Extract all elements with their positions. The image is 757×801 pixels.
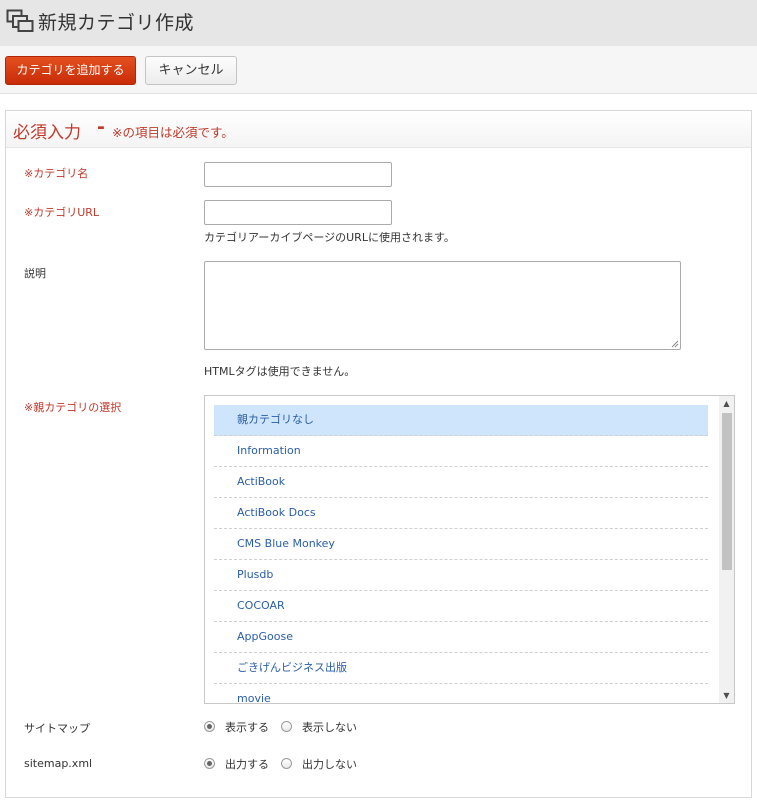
sitemap-show-radio[interactable] [204, 721, 215, 732]
windows-icon [6, 9, 34, 32]
sitemap-show-label[interactable]: 表示する [225, 719, 269, 735]
sitemapxml-nooutput-label[interactable]: 出力しない [302, 756, 357, 772]
scroll-thumb[interactable] [722, 413, 732, 570]
parent-option[interactable]: COCOAR [214, 591, 708, 622]
description-textarea[interactable] [204, 261, 681, 350]
panel-title-dash: - [97, 116, 105, 138]
sitemapxml-radio-group: 出力する 出力しない [204, 756, 404, 772]
sitemap-hide-radio[interactable] [281, 721, 292, 732]
parent-option[interactable]: CMS Blue Monkey [214, 529, 708, 560]
required-note: ※の項目は必須です。 [112, 125, 234, 140]
sitemapxml-nooutput-radio[interactable] [281, 758, 292, 769]
description-label: 説明 [24, 267, 46, 280]
parent-option[interactable]: ActiBook [214, 467, 708, 498]
parent-option[interactable]: ごきげんビジネス出版 [214, 653, 708, 684]
page-header: 新規カテゴリ作成 [0, 0, 757, 46]
sitemapxml-output-label[interactable]: 出力する [225, 756, 269, 772]
add-category-button[interactable]: カテゴリを追加する [5, 56, 136, 85]
parent-option[interactable]: movie [214, 684, 708, 703]
sitemap-radio-group: 表示する 表示しない [204, 719, 404, 735]
cancel-button[interactable]: キャンセル [145, 56, 237, 85]
page-title: 新規カテゴリ作成 [38, 12, 195, 34]
sitemapxml-output-radio[interactable] [204, 758, 215, 769]
panel-heading: 必須入力 - ※の項目は必須です。 [6, 111, 751, 148]
parent-category-listbox[interactable]: 親カテゴリなし Information ActiBook ActiBook Do… [204, 395, 735, 704]
parent-option[interactable]: Plusdb [214, 560, 708, 591]
parent-option[interactable]: ActiBook Docs [214, 498, 708, 529]
category-name-label: ※カテゴリ名 [24, 167, 89, 180]
sitemap-hide-label[interactable]: 表示しない [302, 719, 357, 735]
category-url-label: ※カテゴリURL [24, 206, 100, 219]
category-name-input[interactable] [204, 162, 392, 187]
parent-option[interactable]: AppGoose [214, 622, 708, 653]
resize-grip-icon[interactable] [671, 340, 679, 348]
category-url-input[interactable] [204, 200, 392, 225]
parent-option[interactable]: 親カテゴリなし [214, 405, 708, 436]
toolbar: カテゴリを追加する キャンセル [0, 46, 757, 94]
listbox-scrollbar[interactable]: ▲ ▼ [719, 396, 734, 703]
category-url-hint: カテゴリアーカイブページのURLに使用されます。 [204, 231, 455, 244]
scroll-down-arrow-icon[interactable]: ▼ [719, 688, 734, 703]
description-hint: HTMLタグは使用できません。 [204, 365, 356, 378]
sitemap-label: サイトマップ [24, 722, 90, 735]
panel-title: 必須入力 [13, 123, 81, 143]
sitemapxml-label: sitemap.xml [24, 757, 93, 770]
required-input-panel: 必須入力 - ※の項目は必須です。 ※カテゴリ名 ※カテゴリURL カテゴリアー… [5, 110, 752, 798]
parent-option[interactable]: Information [214, 436, 708, 467]
parent-category-label: ※親カテゴリの選択 [24, 401, 122, 414]
scroll-up-arrow-icon[interactable]: ▲ [719, 396, 734, 411]
